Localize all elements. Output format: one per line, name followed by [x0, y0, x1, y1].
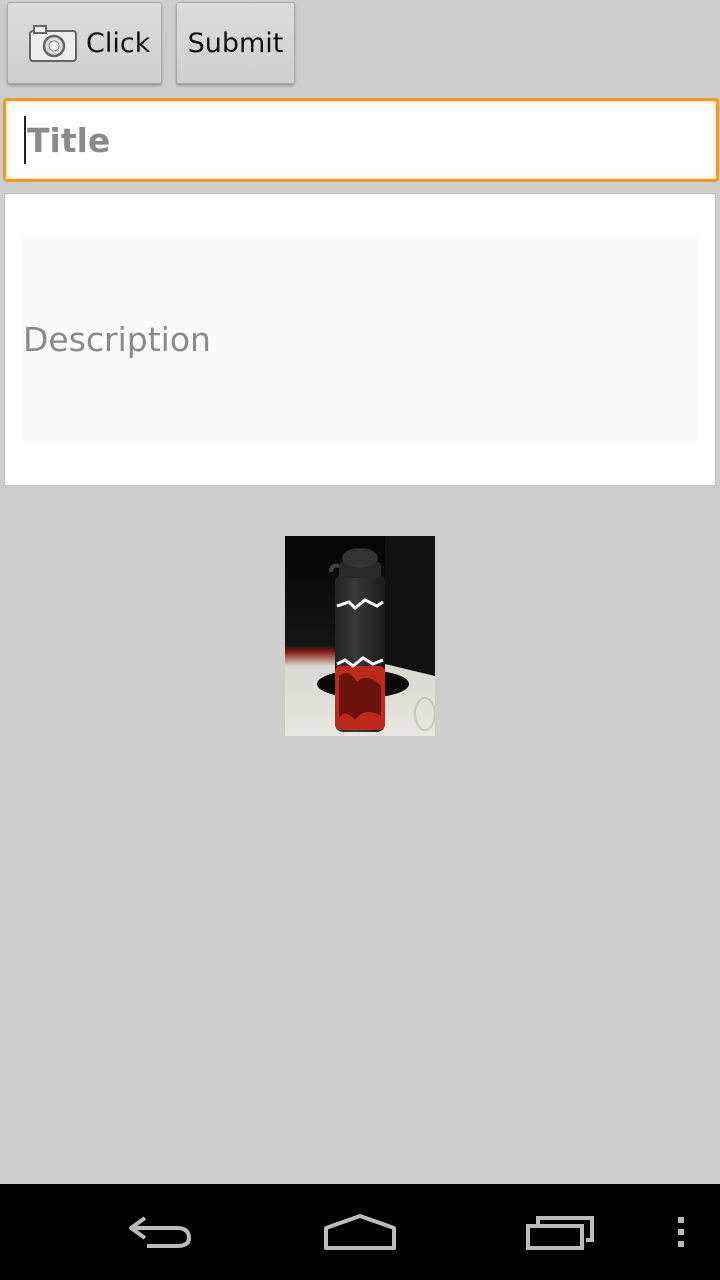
app-screen: Click Submit Title Description: [0, 0, 720, 1280]
camera-click-button[interactable]: Click: [7, 2, 162, 84]
bottle-photo-image: [285, 536, 435, 736]
overflow-menu-button[interactable]: [666, 1204, 696, 1260]
submit-button-label: Submit: [187, 27, 284, 59]
captured-photo: [285, 536, 435, 736]
click-button-label: Click: [86, 27, 151, 59]
description-placeholder: Description: [23, 320, 211, 359]
home-icon: [324, 1214, 396, 1250]
recent-apps-icon: [526, 1216, 594, 1250]
title-input[interactable]: Title: [3, 98, 719, 182]
back-button[interactable]: [118, 1204, 202, 1260]
description-inner: Description: [21, 238, 699, 441]
submit-button[interactable]: Submit: [176, 2, 295, 84]
description-input[interactable]: Description: [4, 193, 716, 486]
title-placeholder: Title: [27, 120, 111, 160]
overflow-menu-icon: [678, 1217, 684, 1247]
system-navigation-bar: [0, 1184, 720, 1280]
camera-icon: [29, 25, 77, 62]
back-icon: [129, 1216, 192, 1248]
home-button[interactable]: [318, 1204, 402, 1260]
recent-apps-button[interactable]: [518, 1204, 602, 1260]
text-cursor: [24, 116, 26, 164]
